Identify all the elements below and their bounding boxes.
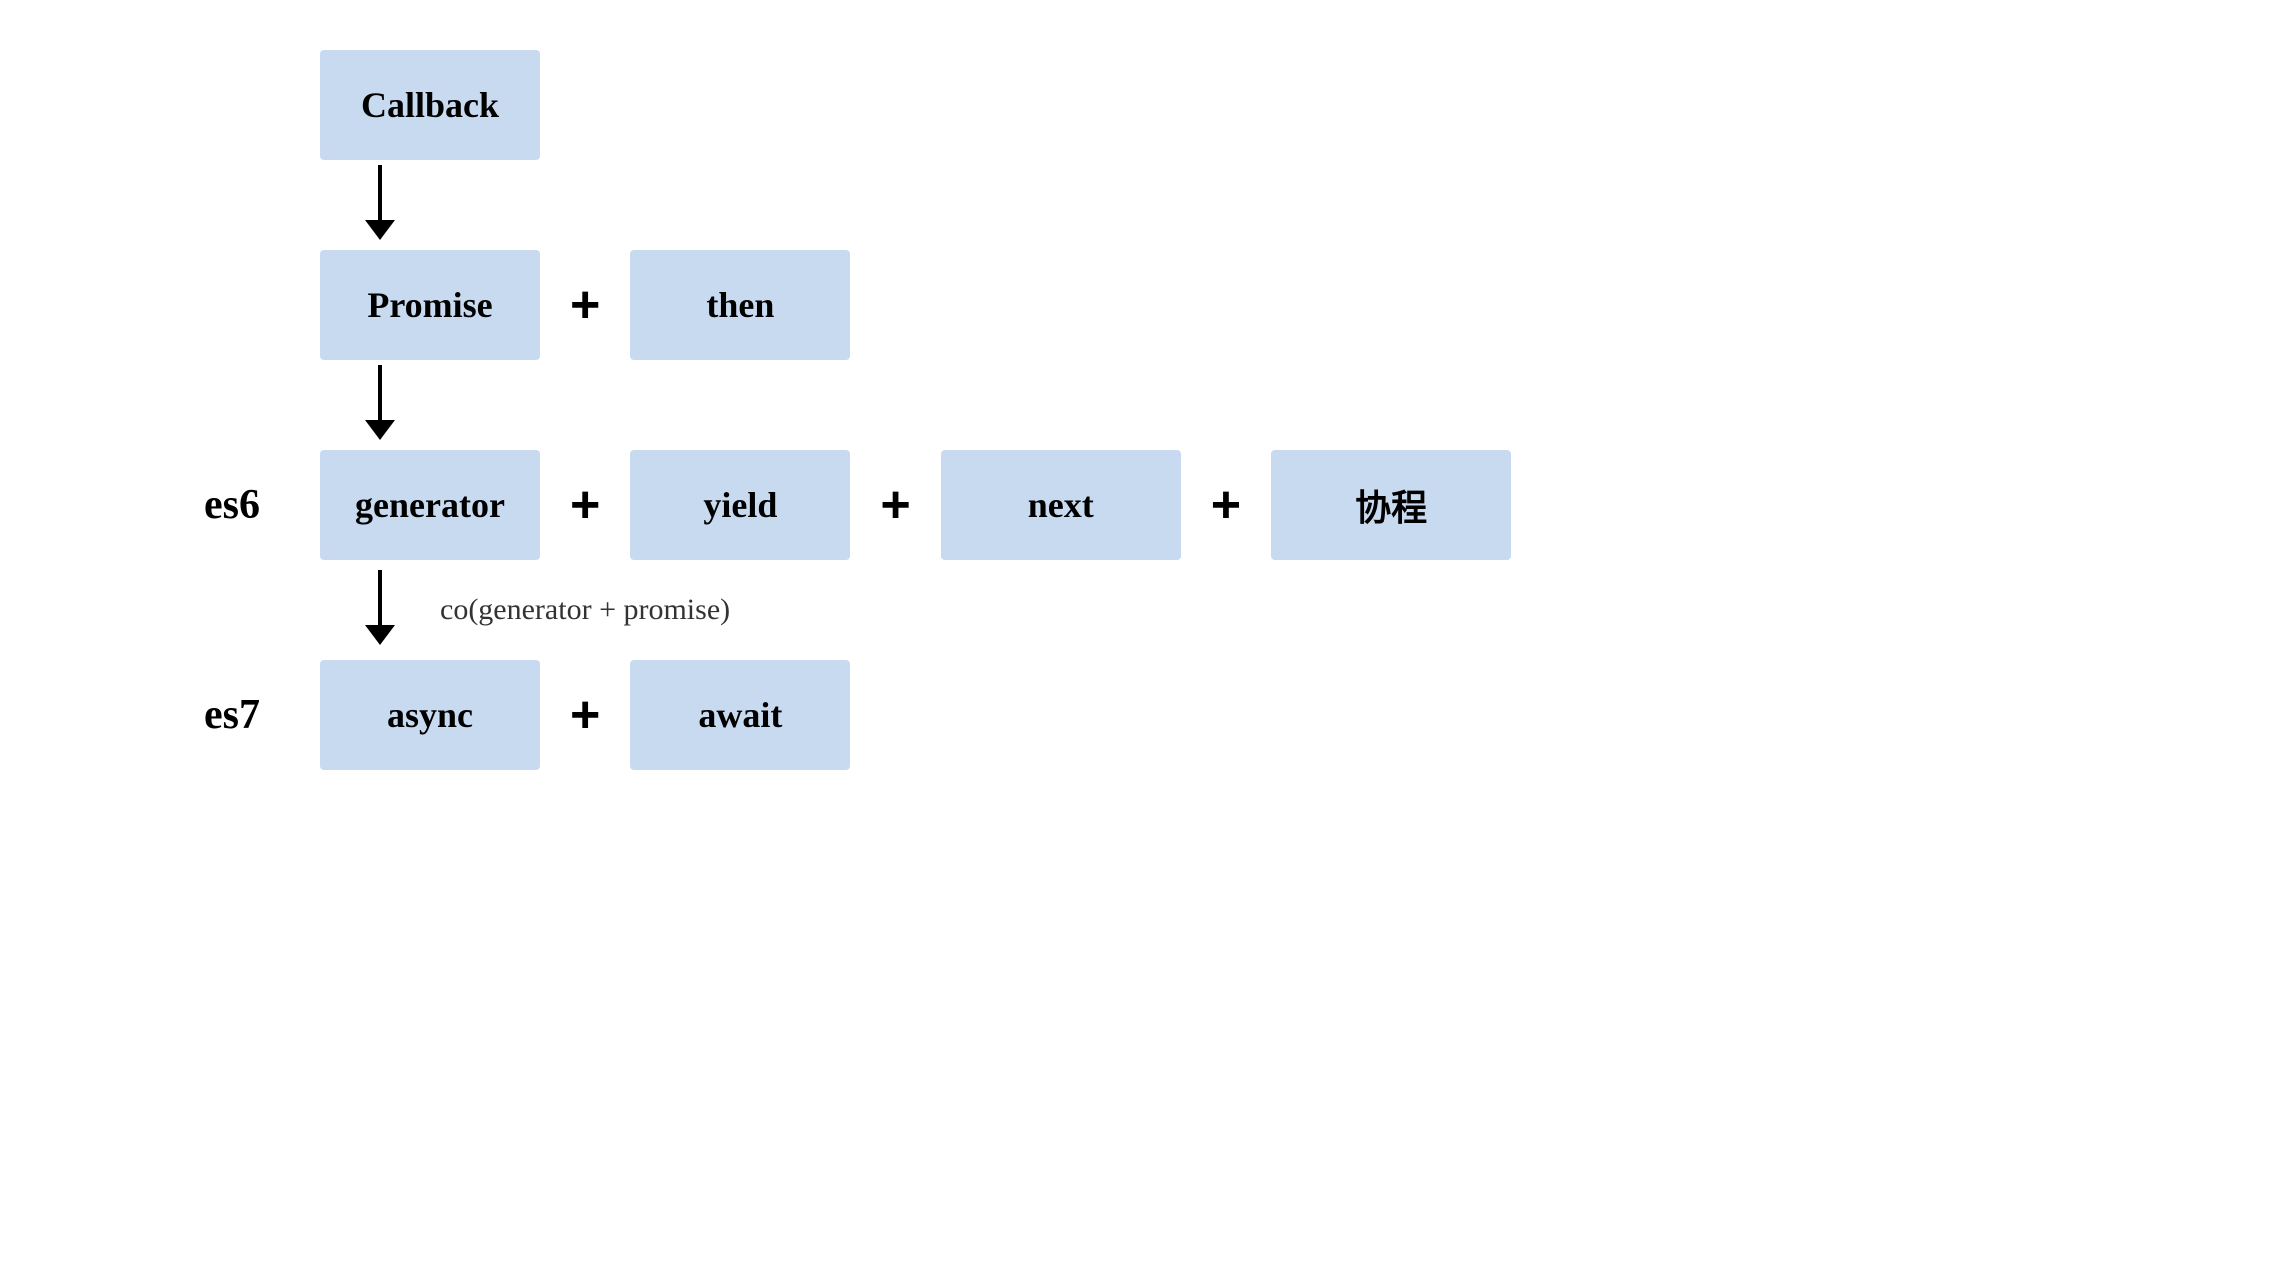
plus-icon-2: + (570, 475, 600, 535)
arrow-down-icon-2 (360, 365, 400, 445)
es7-label: es7 (140, 691, 260, 739)
row-generator: es6 generator + yield + next + 协程 (140, 450, 2284, 560)
plus-icon-1: + (570, 275, 600, 335)
co-note: co(generator + promise) (440, 593, 730, 627)
coroutine-box: 协程 (1271, 450, 1511, 560)
then-box: then (630, 250, 850, 360)
plus-icon-4: + (1211, 475, 1241, 535)
row-async: es7 async + await (140, 660, 2284, 770)
plus-icon-5: + (570, 685, 600, 745)
arrow-2 (360, 360, 2284, 450)
yield-box: yield (630, 450, 850, 560)
async-box: async (320, 660, 540, 770)
arrow-down-icon-1 (360, 165, 400, 245)
promise-box: Promise (320, 250, 540, 360)
row-callback: Callback (140, 50, 2284, 160)
row-promise: Promise + then (140, 250, 2284, 360)
generator-box: generator (320, 450, 540, 560)
es6-label: es6 (140, 481, 260, 529)
arrow-co-row: co(generator + promise) (360, 560, 2284, 660)
diagram-container: Callback Promise + then es6 generator + … (0, 30, 2284, 790)
next-box: next (941, 450, 1181, 560)
await-box: await (630, 660, 850, 770)
plus-icon-3: + (880, 475, 910, 535)
callback-box: Callback (320, 50, 540, 160)
arrow-1 (360, 160, 2284, 250)
arrow-down-icon-3 (360, 570, 400, 650)
